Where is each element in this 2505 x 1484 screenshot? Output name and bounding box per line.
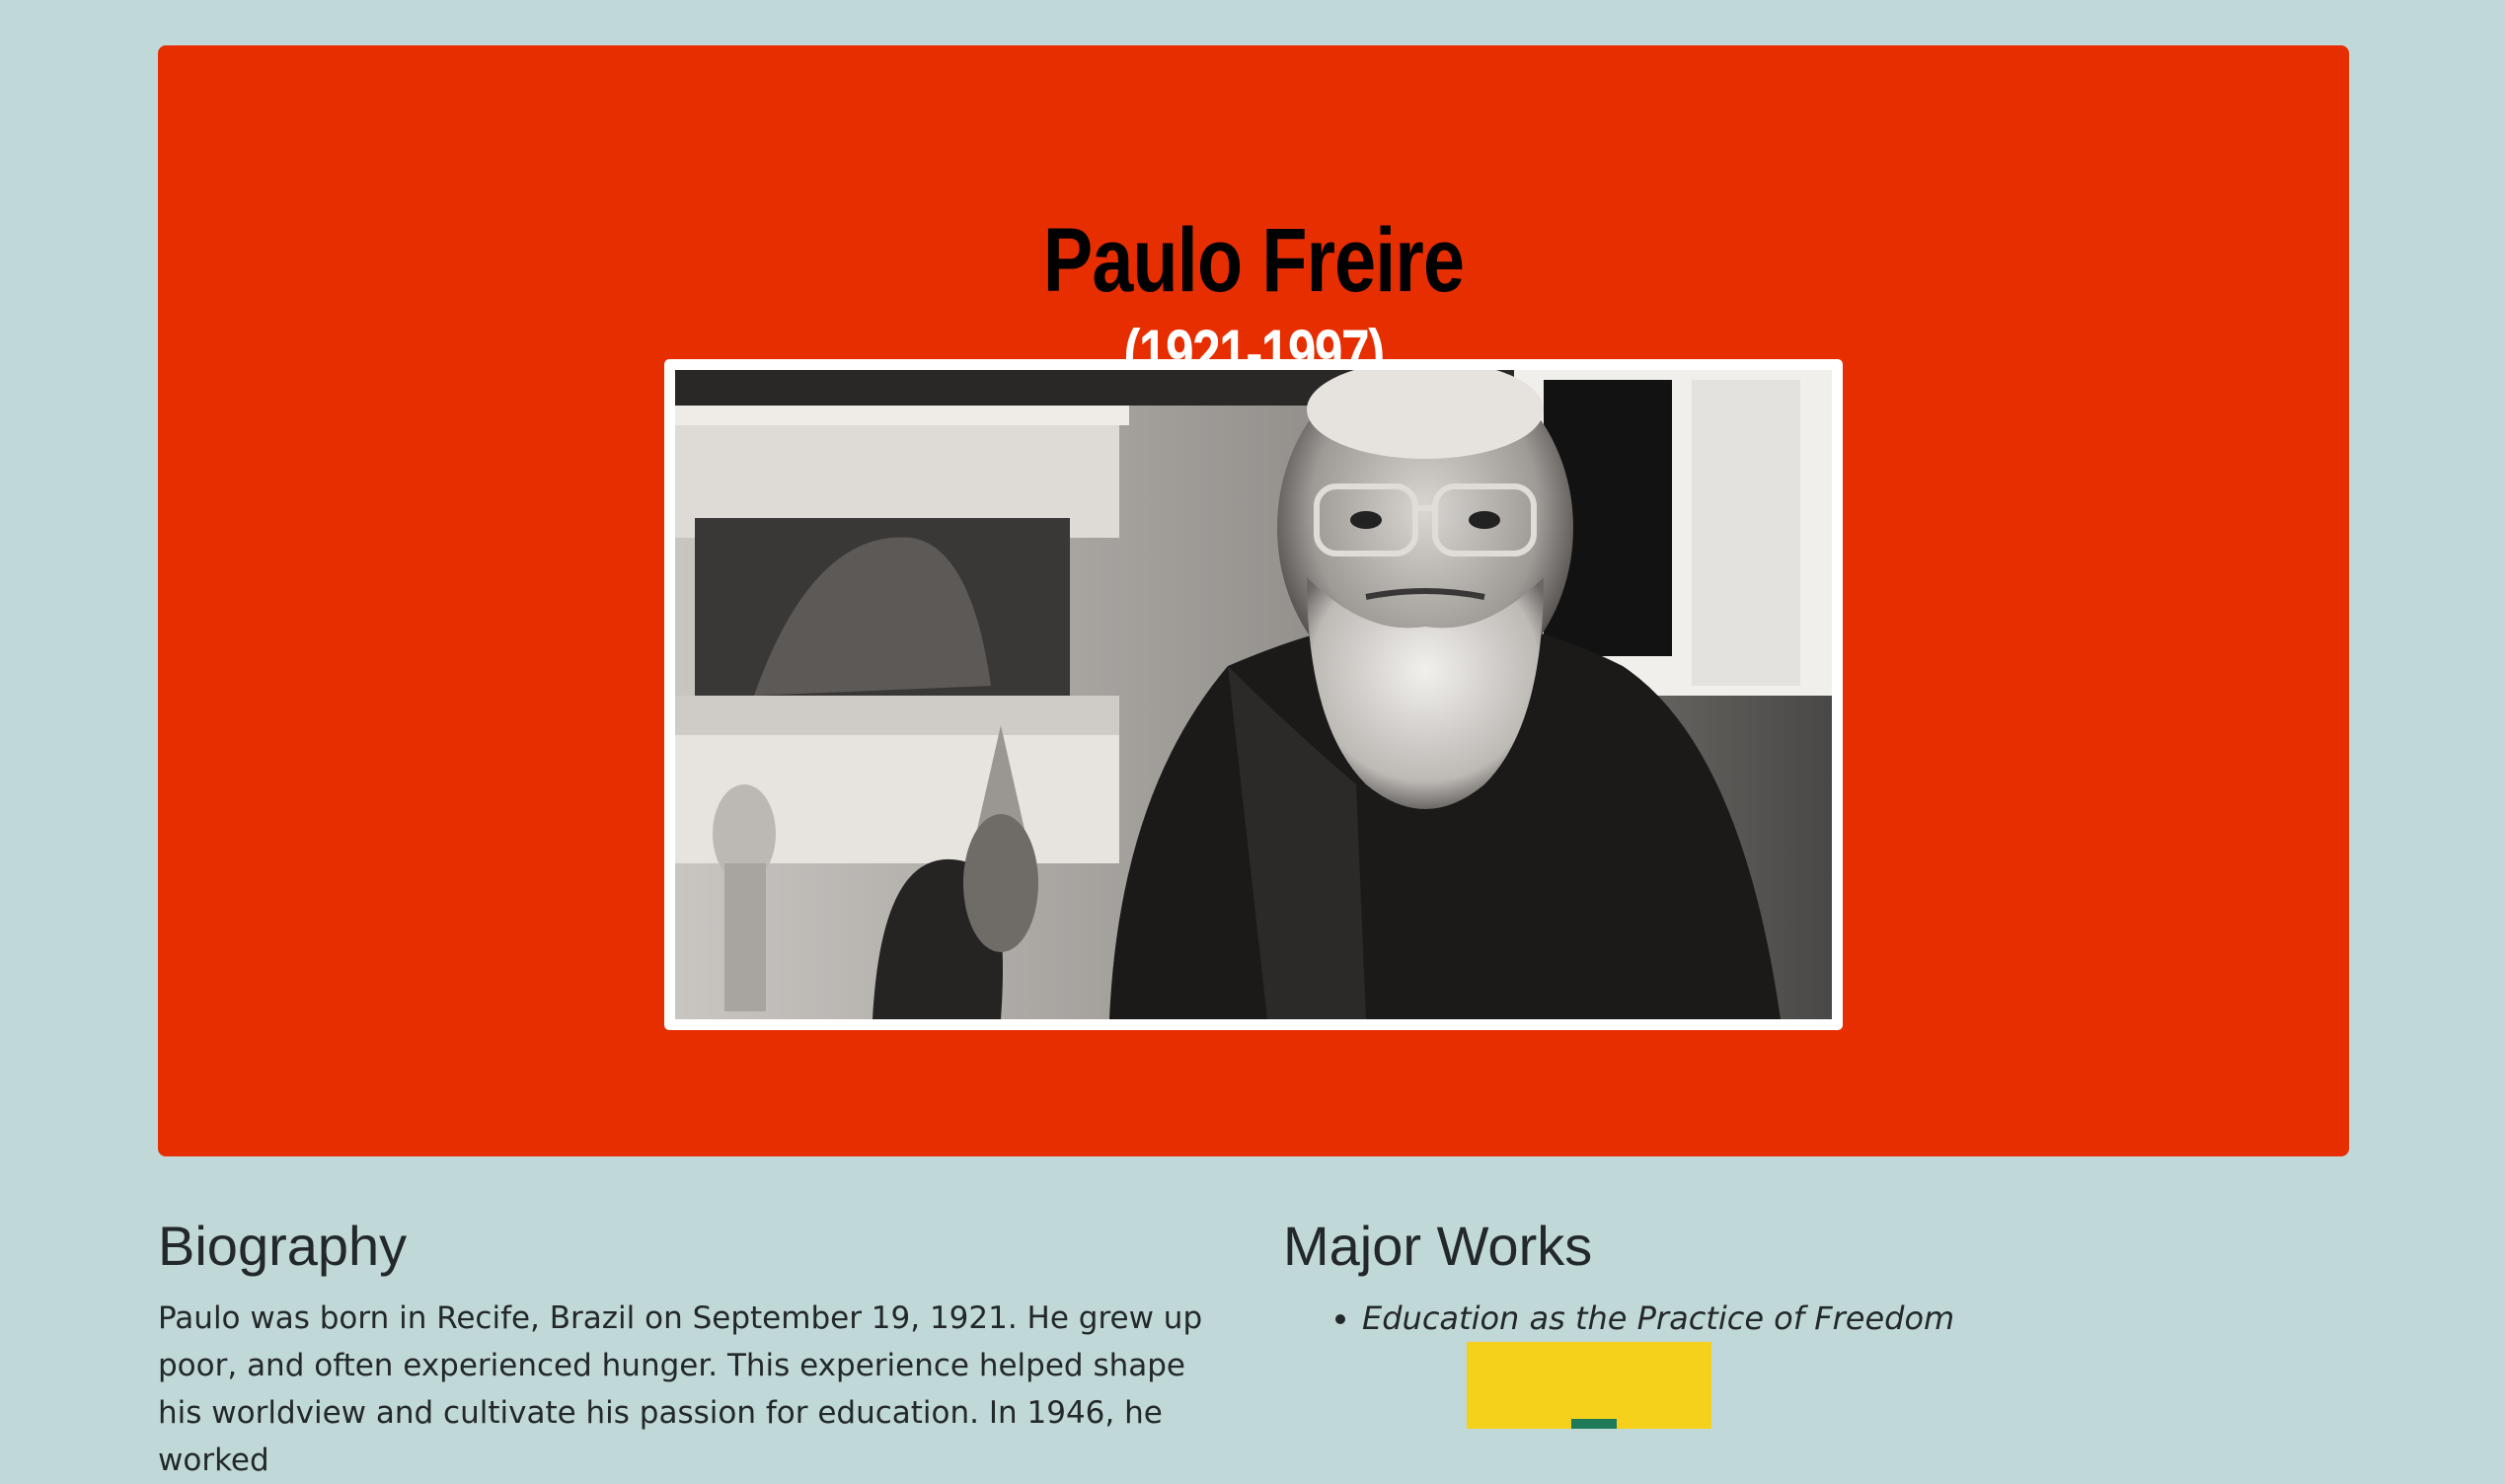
hero-banner: Paulo Freire (1921-1997) bbox=[158, 45, 2349, 1156]
book-cover-mark bbox=[1571, 1419, 1617, 1429]
portrait-photo bbox=[675, 370, 1832, 1019]
biography-heading: Biography bbox=[158, 1215, 408, 1277]
major-works-list: Education as the Practice of Freedom bbox=[1283, 1295, 2250, 1342]
page-title: Paulo Freire bbox=[1042, 210, 1465, 311]
major-works-heading: Major Works bbox=[1283, 1215, 1593, 1277]
biography-text: Paulo was born in Recife, Brazil on Sept… bbox=[158, 1300, 1203, 1478]
portrait-frame bbox=[664, 359, 1843, 1030]
book-cover-image bbox=[1467, 1342, 1711, 1429]
list-item: Education as the Practice of Freedom bbox=[1362, 1295, 2250, 1342]
